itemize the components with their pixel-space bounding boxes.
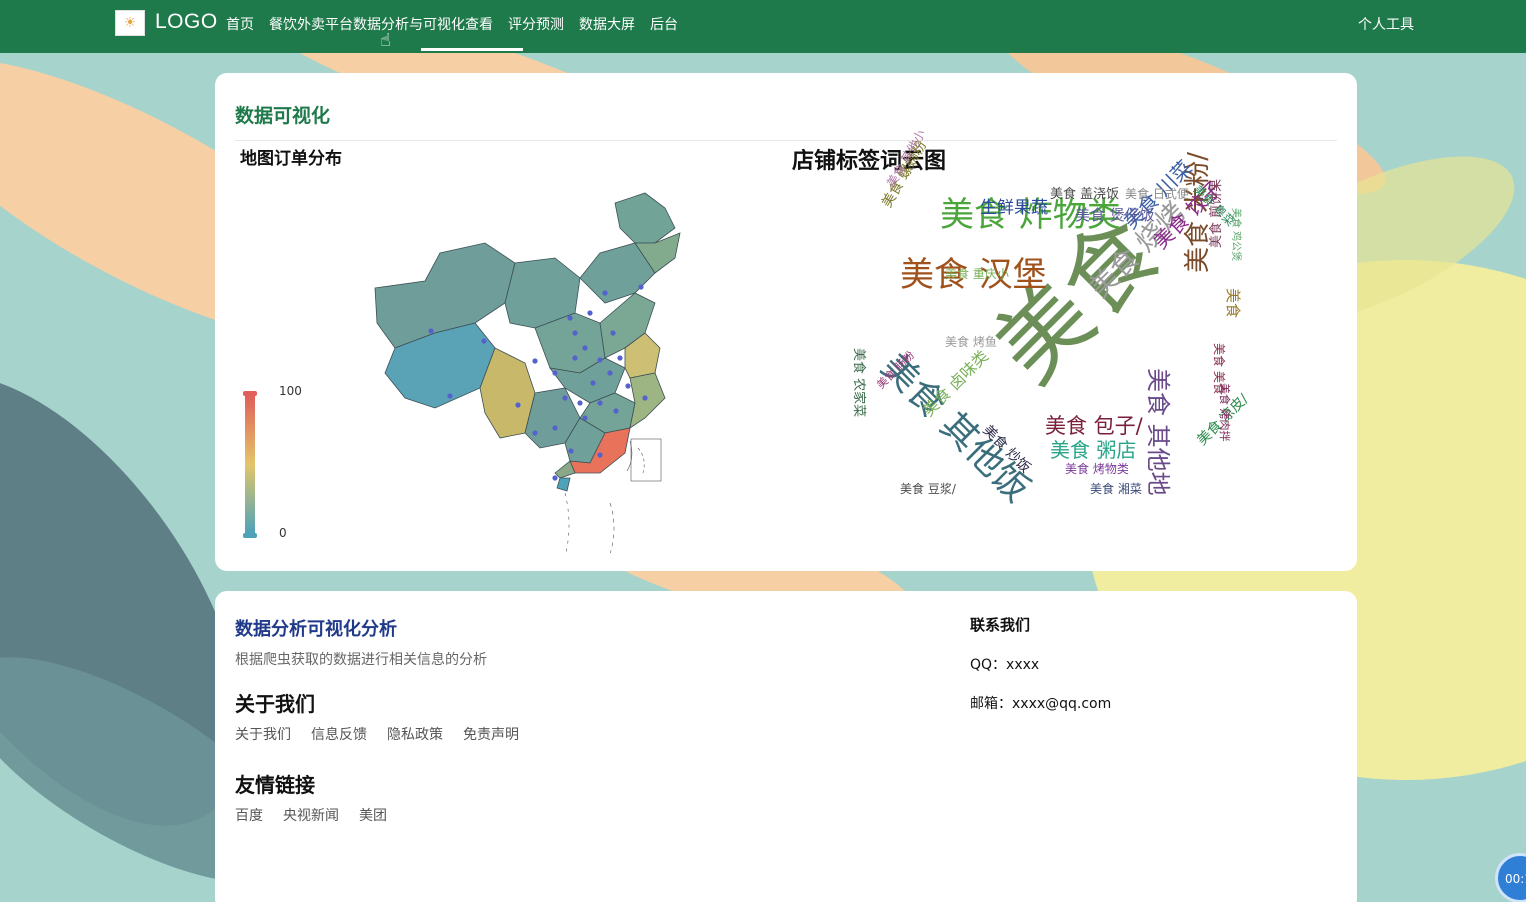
wordcloud-word[interactable]: 美食 煎饼果 — [1209, 179, 1224, 248]
wordcloud-word[interactable]: 美食 其他地 — [1144, 368, 1172, 496]
main-nav: 首页 餐饮外卖平台数据分析与可视化查看 评分预测 数据大屏 后台 — [226, 14, 693, 34]
visualization-card: 数据可视化 地图订单分布 店铺标签词云图 100 0 美食 美食 炸物类 美食 … — [215, 73, 1357, 571]
wordcloud-word[interactable]: 美食 烤鱼 — [945, 336, 997, 348]
divider — [235, 140, 1337, 141]
link-cctv-news[interactable]: 央视新闻 — [283, 805, 339, 825]
personal-tools-link[interactable]: 个人工具 — [1358, 14, 1414, 34]
wordcloud-word[interactable]: 美食 烤物类 — [1065, 463, 1129, 475]
shop-tag-wordcloud[interactable]: 美食 美食 炸物类 美食 汉堡 美食 其他饭 美食 烧烤 美食 米粉/美食 其他地 美食 包… — [851, 127, 1270, 510]
legend-max-label: 100 — [279, 384, 302, 398]
link-disclaimer[interactable]: 免责声明 — [463, 724, 519, 744]
wordcloud-word[interactable]: 生鲜果蔬 — [980, 200, 1048, 217]
analysis-description: 根据爬虫获取的数据进行相关信息的分析 — [235, 652, 487, 668]
contact-email: 邮箱：xxxx@qq.com — [970, 696, 1112, 712]
contact-qq: QQ：xxxx — [970, 657, 1040, 673]
china-order-map[interactable]: 100 0 — [235, 173, 755, 553]
about-links: 关于我们 信息反馈 隐私政策 免责声明 — [235, 724, 539, 744]
wordcloud-word[interactable]: 美食 粥店 — [1050, 440, 1136, 460]
link-baidu[interactable]: 百度 — [235, 805, 263, 825]
logo-image-icon[interactable]: ☀ — [115, 10, 145, 36]
legend-min-label: 0 — [279, 526, 287, 540]
nav-item-admin[interactable]: 后台 — [650, 14, 678, 34]
wordcloud-word[interactable]: 美食 农家菜 — [851, 348, 866, 417]
wordcloud-word[interactable]: 美食 日式便 — [1125, 188, 1189, 200]
contact-heading: 联系我们 — [970, 616, 1031, 634]
nav-item-home[interactable]: 首页 — [226, 14, 254, 34]
link-about-us[interactable]: 关于我们 — [235, 724, 291, 744]
wordcloud-word[interactable]: 美食 美食 — [1212, 343, 1226, 395]
nav-active-indicator — [421, 48, 523, 51]
wordcloud-word[interactable]: 美食 煲仔饭 — [1075, 208, 1155, 223]
wordcloud-word[interactable]: 美食 鸡公煲 — [1230, 208, 1241, 261]
wordcloud-word[interactable]: 美食 湘菜 — [1090, 483, 1142, 495]
top-navbar: ☀ LOGO 首页 餐饮外卖平台数据分析与可视化查看 评分预测 数据大屏 后台 … — [0, 0, 1526, 53]
analysis-title: 数据分析可视化分析 — [235, 619, 397, 640]
link-privacy[interactable]: 隐私政策 — [387, 724, 443, 744]
wordcloud-word[interactable]: 美食 — [1224, 288, 1242, 318]
wordcloud-word[interactable]: 美食 重庆小 — [945, 268, 1009, 280]
friend-links: 百度 央视新闻 美团 — [235, 805, 407, 825]
section-title: 数据可视化 — [235, 105, 331, 127]
link-meituan[interactable]: 美团 — [359, 805, 387, 825]
logo-text[interactable]: LOGO — [155, 10, 218, 34]
friend-links-heading: 友情链接 — [235, 773, 315, 797]
map-title: 地图订单分布 — [240, 149, 342, 169]
nav-item-prediction[interactable]: 评分预测 — [508, 14, 564, 34]
wordcloud-word[interactable]: 美食 豆浆/ — [900, 483, 956, 495]
about-us-heading: 关于我们 — [235, 692, 315, 716]
nav-item-dashboard[interactable]: 数据大屏 — [579, 14, 635, 34]
map-visual-legend[interactable]: 100 0 — [243, 384, 302, 540]
wordcloud-word[interactable]: 美食 包子/ — [1045, 416, 1143, 437]
mouse-cursor-icon: ☝ — [380, 30, 391, 51]
analysis-footer-card: 数据分析可视化分析 根据爬虫获取的数据进行相关信息的分析 关于我们 关于我们 信… — [215, 591, 1357, 902]
link-feedback[interactable]: 信息反馈 — [311, 724, 367, 744]
map-provinces[interactable] — [374, 192, 681, 492]
wordcloud-word[interactable]: 美食 盖浇饭 — [1050, 188, 1119, 201]
